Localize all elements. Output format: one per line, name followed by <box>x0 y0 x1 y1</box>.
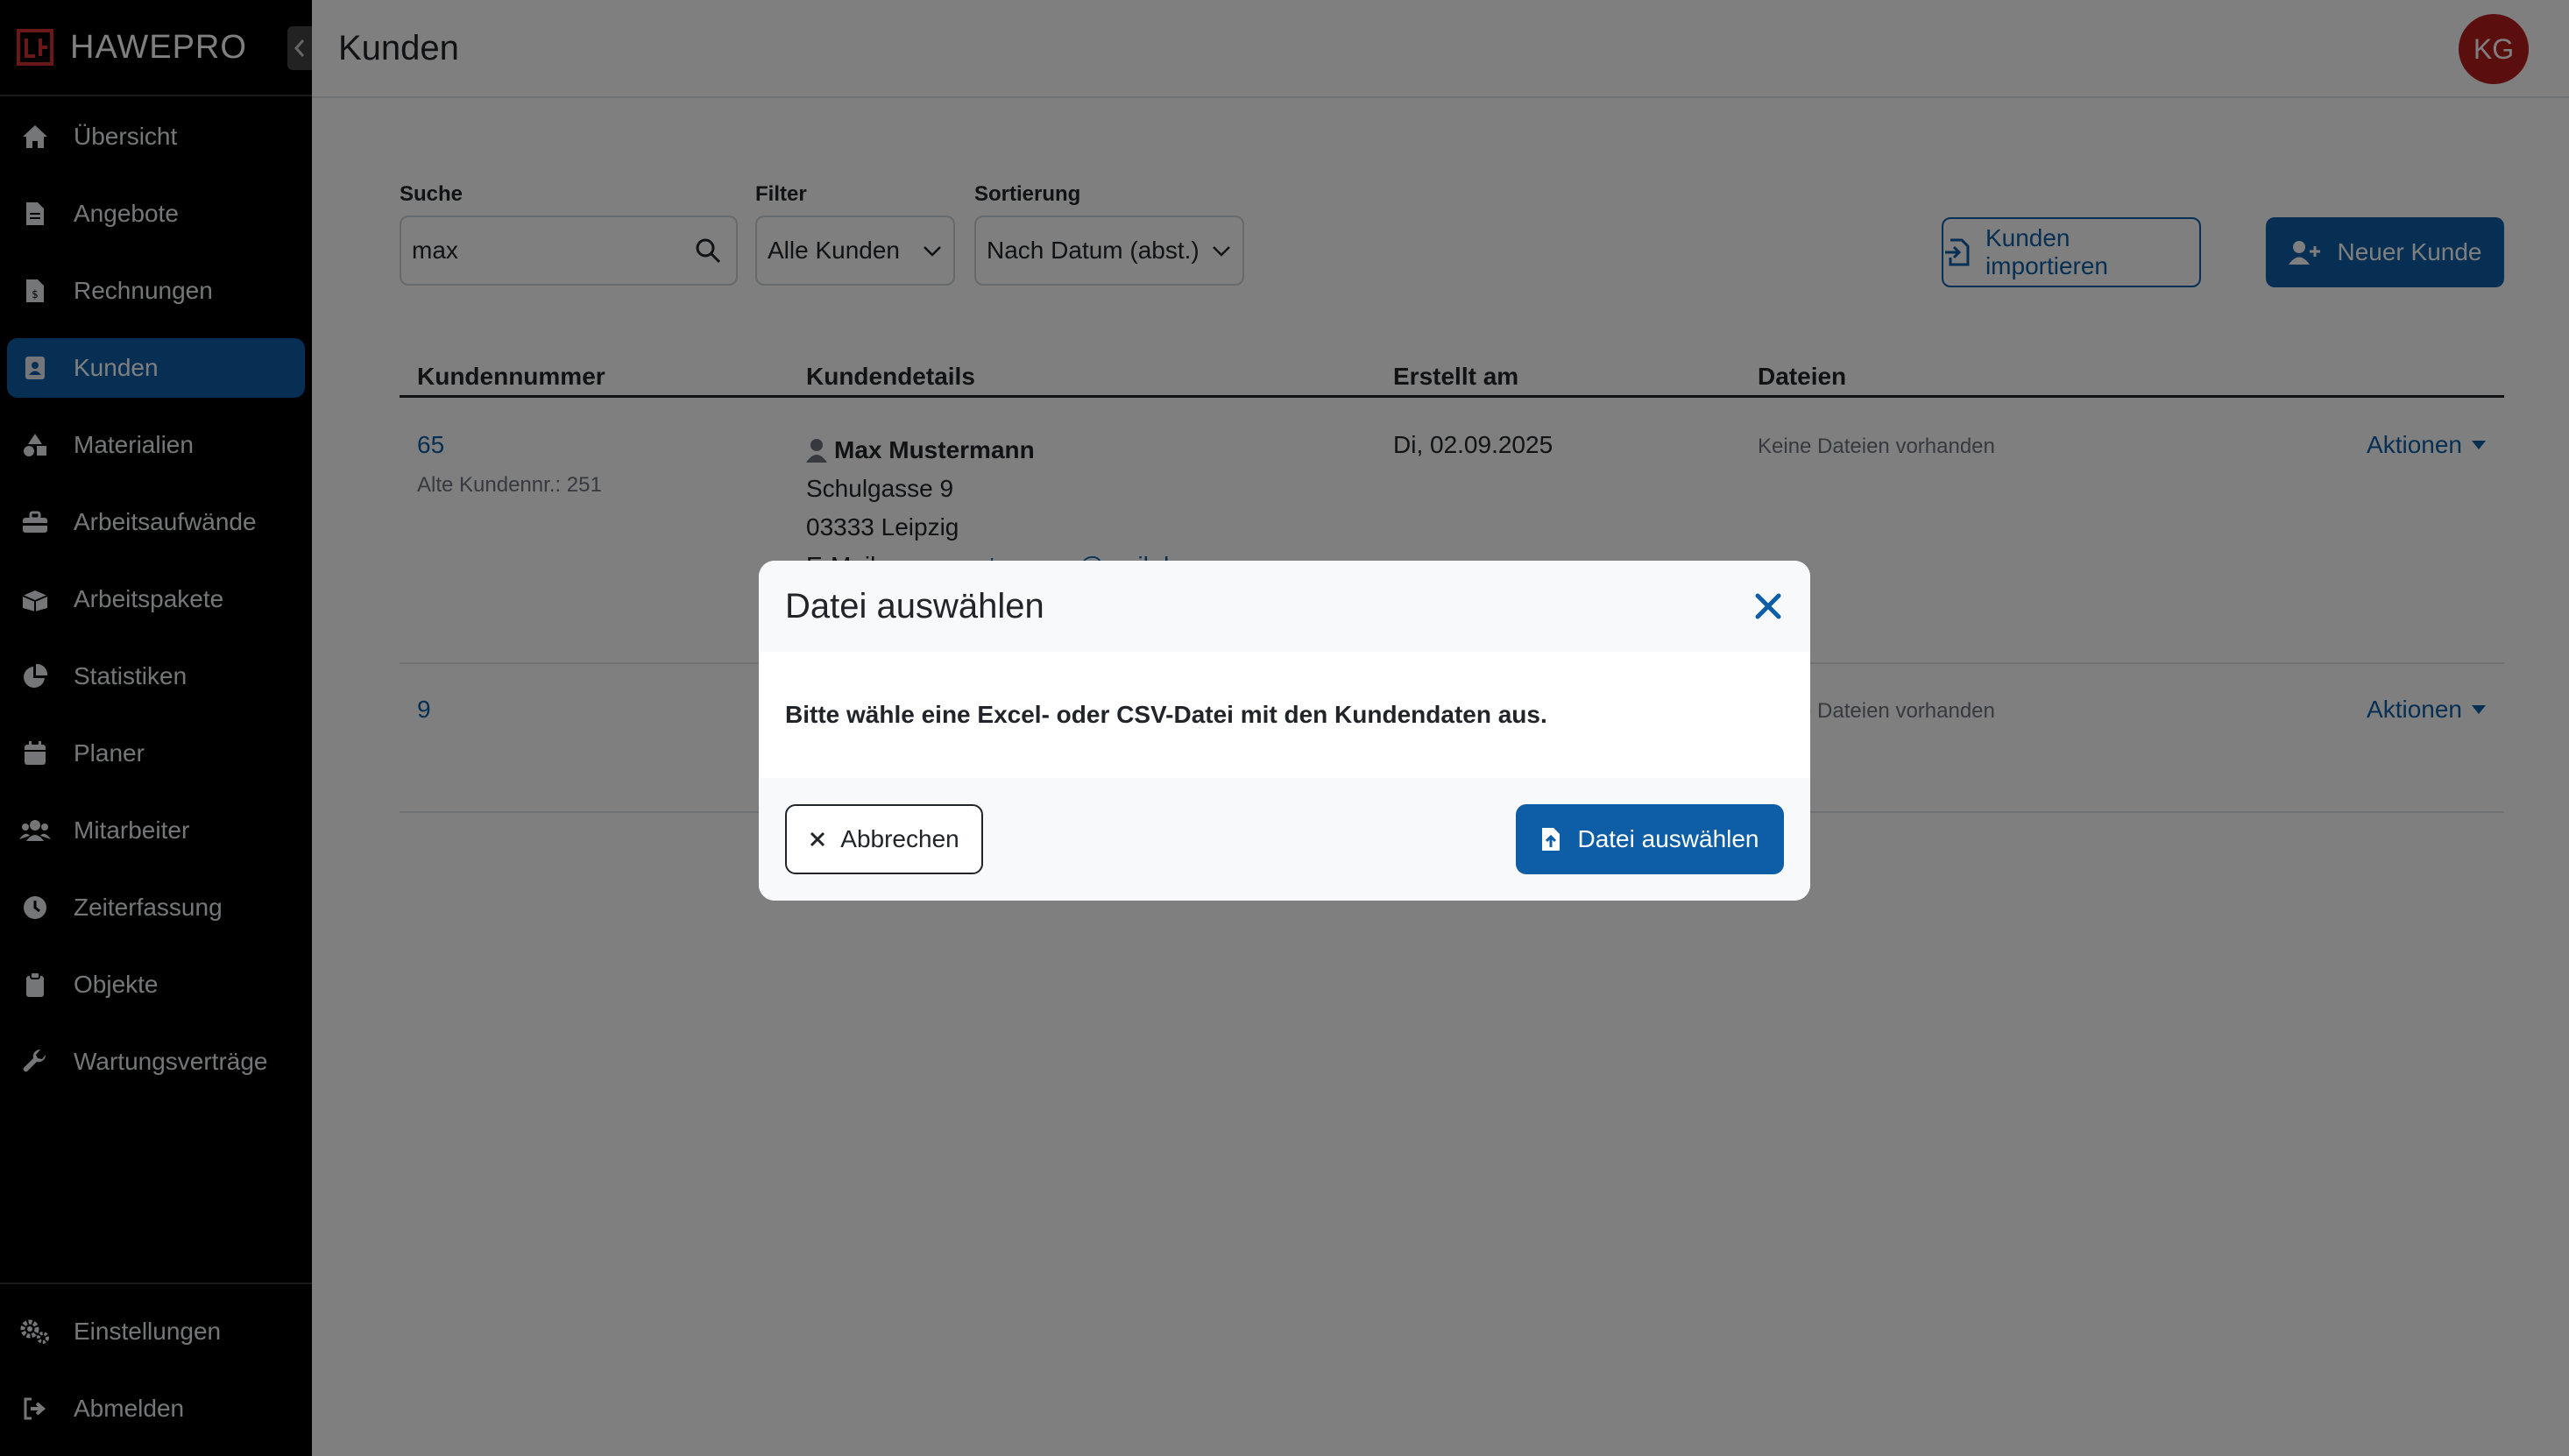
close-icon <box>810 831 825 847</box>
dialog-header: Datei auswählen <box>759 561 1810 652</box>
dialog-footer: Abbrechen Datei auswählen <box>759 778 1810 901</box>
file-upload-icon <box>1542 828 1561 851</box>
dialog-title: Datei auswählen <box>785 586 1044 626</box>
choose-file-label: Datei auswählen <box>1577 825 1759 852</box>
dialog-message: Bitte wähle eine Excel- oder CSV-Datei m… <box>785 701 1547 728</box>
choose-file-button[interactable]: Datei auswählen <box>1516 804 1784 874</box>
cancel-button-label: Abbrechen <box>840 825 959 852</box>
dialog-body: Bitte wähle eine Excel- oder CSV-Datei m… <box>759 652 1810 778</box>
file-select-dialog: Datei auswählen Bitte wähle eine Excel- … <box>759 561 1810 901</box>
cancel-button[interactable]: Abbrechen <box>785 804 983 874</box>
close-icon[interactable] <box>1752 590 1784 622</box>
